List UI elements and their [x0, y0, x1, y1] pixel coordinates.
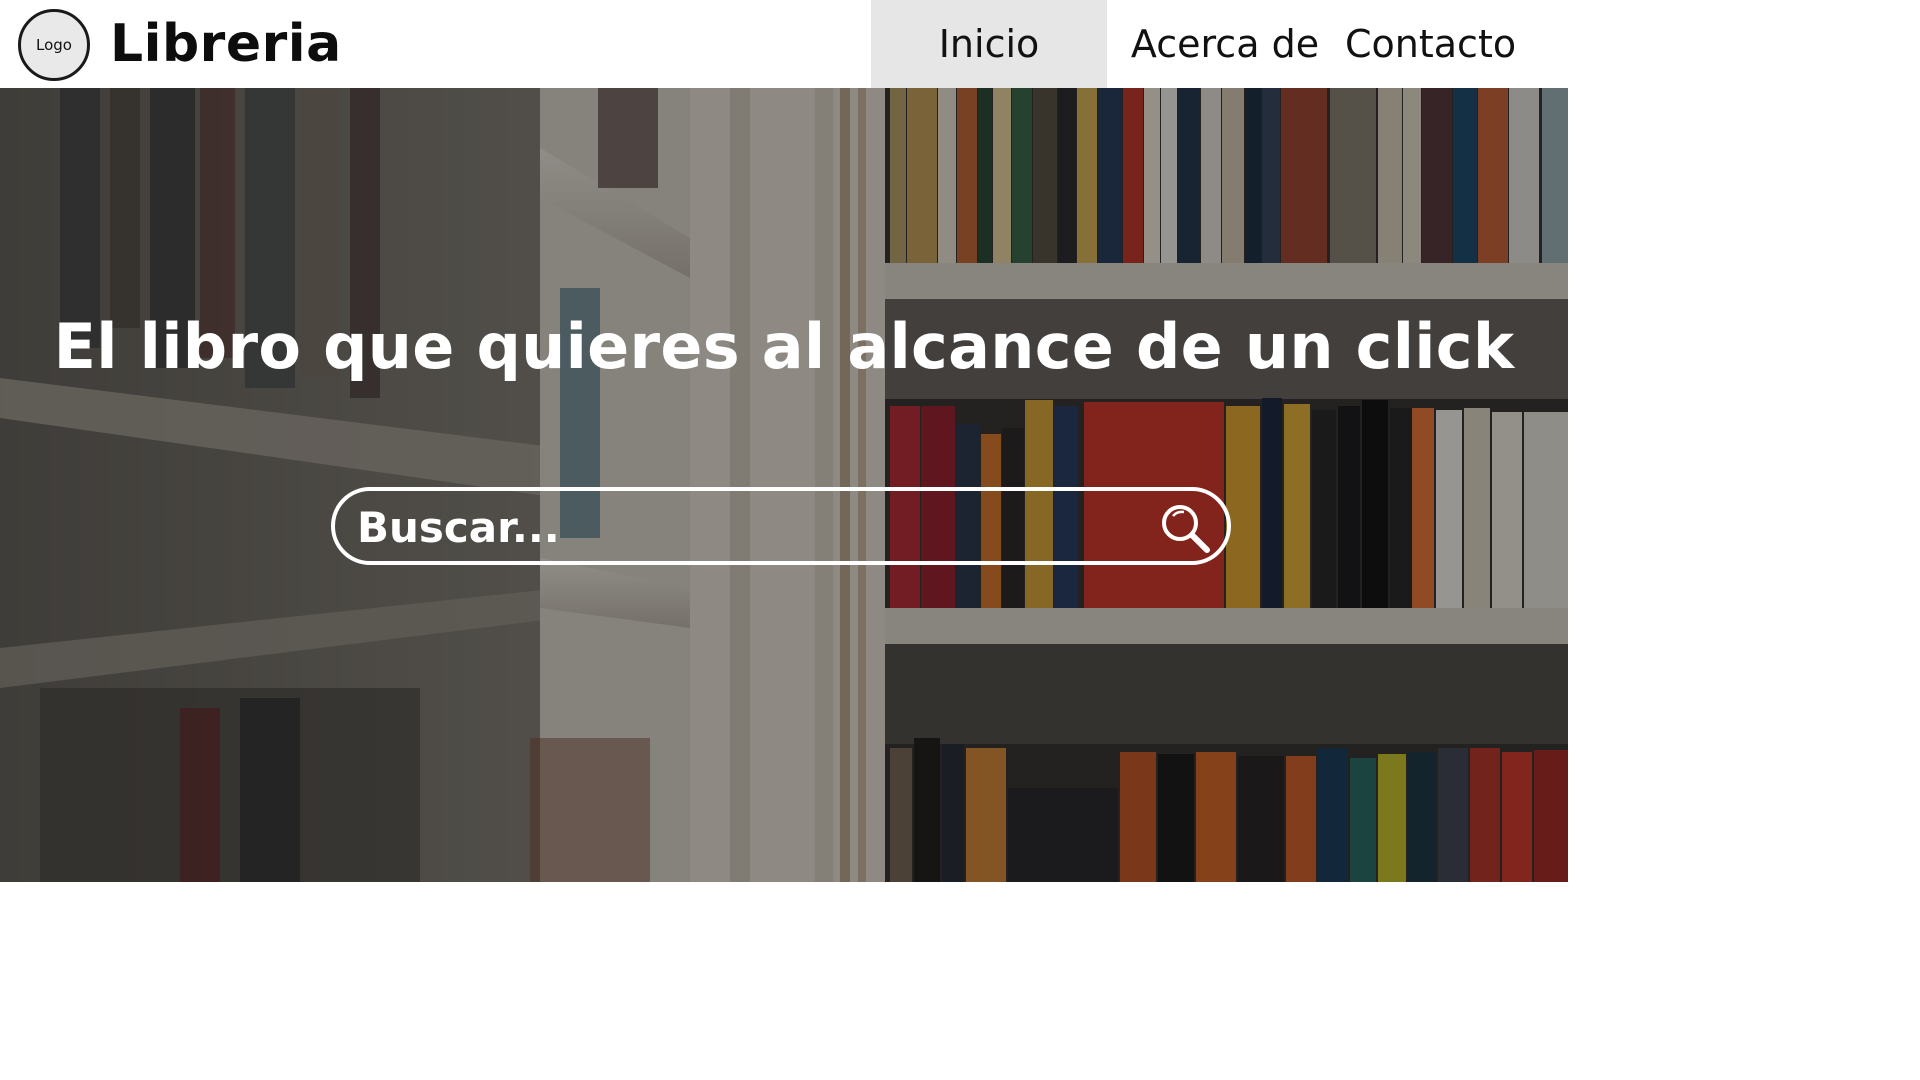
nav-item-inicio[interactable]: Inicio	[871, 0, 1107, 88]
hero-title: El libro que quieres al alcance de un cl…	[53, 310, 1515, 383]
brand-title[interactable]: Libreria	[110, 12, 342, 76]
search-icon[interactable]	[1157, 501, 1213, 557]
search-bar	[331, 487, 1231, 565]
nav-item-label: Inicio	[938, 22, 1040, 66]
hero-dark-overlay	[0, 88, 1568, 882]
site-header: Logo Libreria Inicio Acerca de Contacto	[0, 0, 1568, 88]
nav-item-acerca-de[interactable]: Acerca de	[1107, 0, 1343, 88]
nav-item-label: Contacto	[1345, 22, 1517, 66]
main-nav: Inicio Acerca de Contacto	[871, 0, 1568, 88]
nav-item-contacto[interactable]: Contacto	[1343, 0, 1568, 88]
search-input[interactable]	[355, 495, 1139, 559]
nav-item-label: Acerca de	[1130, 22, 1320, 66]
logo-text: Logo	[36, 36, 72, 54]
logo[interactable]: Logo	[18, 9, 90, 81]
hero-section: El libro que quieres al alcance de un cl…	[0, 88, 1568, 882]
